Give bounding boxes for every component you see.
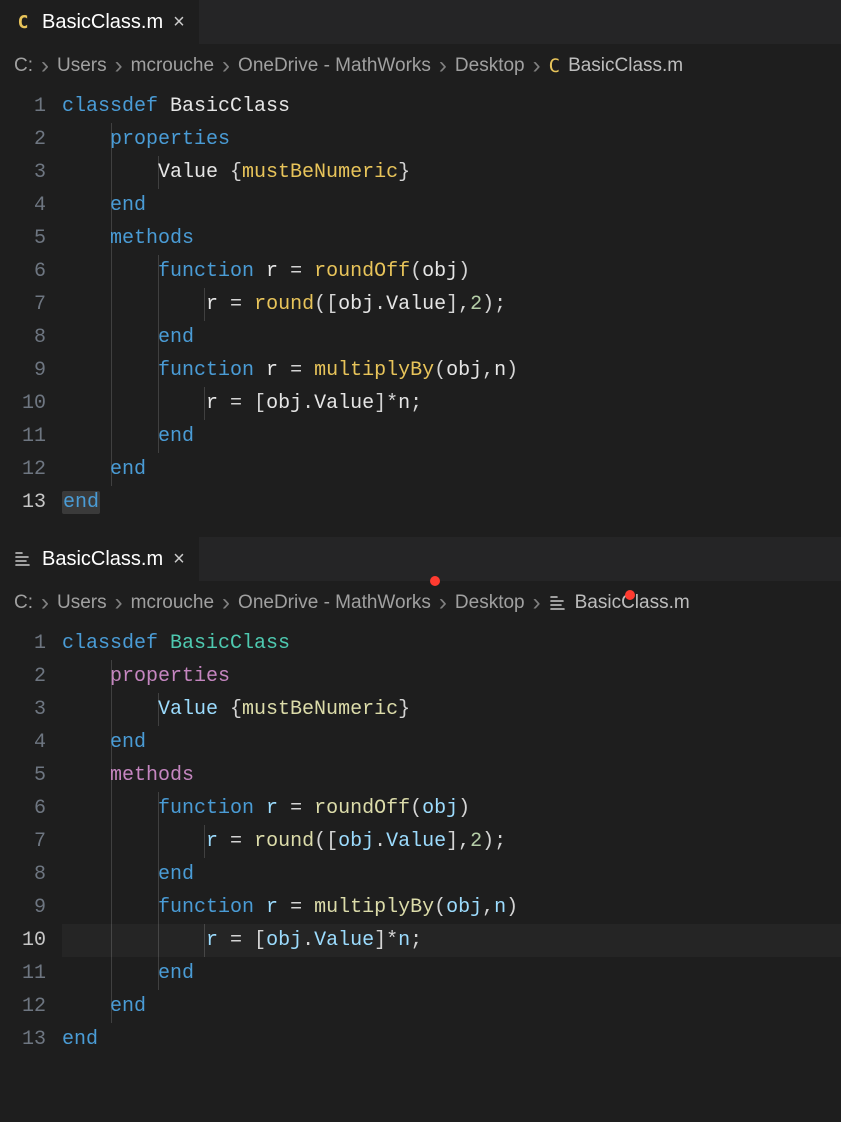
- line-number: 6: [0, 792, 46, 825]
- code-line[interactable]: r = [obj.Value]*n;: [62, 924, 841, 957]
- annotation-dot: [430, 576, 440, 586]
- class-file-icon: C: [14, 13, 32, 31]
- chevron-right-icon: ›: [222, 52, 230, 80]
- breadcrumb-segment[interactable]: C:: [14, 55, 33, 77]
- code-line[interactable]: end: [62, 726, 841, 759]
- editor-pane: BasicClass.m × C: › Users › mcrouche › OneDrive …: [0, 537, 841, 1074]
- chevron-right-icon: ›: [41, 52, 49, 80]
- breadcrumb-segment[interactable]: C:: [14, 592, 33, 614]
- line-number: 4: [0, 726, 46, 759]
- editor-pane: C BasicClass.m × C: › Users › mcrouche › OneDrive…: [0, 0, 841, 537]
- code-line[interactable]: classdef BasicClass: [62, 627, 841, 660]
- line-number: 8: [0, 858, 46, 891]
- code-line[interactable]: r = round([obj.Value],2);: [62, 288, 841, 321]
- tab-label: BasicClass.m: [42, 11, 163, 34]
- text-file-icon: [549, 594, 567, 612]
- chevron-right-icon: ›: [41, 589, 49, 617]
- line-number: 13: [0, 486, 46, 519]
- chevron-right-icon: ›: [533, 589, 541, 617]
- line-number: 8: [0, 321, 46, 354]
- code-body[interactable]: classdef BasicClass properties Value {mu…: [62, 627, 841, 1056]
- line-number: 11: [0, 957, 46, 990]
- code-line[interactable]: end: [62, 321, 841, 354]
- chevron-right-icon: ›: [439, 589, 447, 617]
- breadcrumb-segment[interactable]: Users: [57, 55, 107, 77]
- breadcrumb-segment[interactable]: mcrouche: [131, 55, 214, 77]
- code-line[interactable]: methods: [62, 759, 841, 792]
- code-line[interactable]: r = round([obj.Value],2);: [62, 825, 841, 858]
- line-number: 5: [0, 222, 46, 255]
- code-line[interactable]: end: [62, 420, 841, 453]
- line-number: 4: [0, 189, 46, 222]
- close-icon[interactable]: ×: [173, 11, 185, 34]
- breadcrumb: C: › Users › mcrouche › OneDrive - MathWorks › D…: [0, 44, 841, 90]
- chevron-right-icon: ›: [533, 52, 541, 80]
- line-number: 3: [0, 693, 46, 726]
- editor-tab[interactable]: C BasicClass.m ×: [0, 0, 200, 44]
- breadcrumb-segment[interactable]: mcrouche: [131, 592, 214, 614]
- code-line[interactable]: r = [obj.Value]*n;: [62, 387, 841, 420]
- line-number: 2: [0, 123, 46, 156]
- line-number: 12: [0, 990, 46, 1023]
- breadcrumb-segment[interactable]: Desktop: [455, 55, 525, 77]
- code-line[interactable]: properties: [62, 123, 841, 156]
- code-line[interactable]: methods: [62, 222, 841, 255]
- code-body[interactable]: classdef BasicClass properties Value {mu…: [62, 90, 841, 519]
- breadcrumb-segment[interactable]: Desktop: [455, 592, 525, 614]
- code-line[interactable]: classdef BasicClass: [62, 90, 841, 123]
- line-number: 11: [0, 420, 46, 453]
- tab-bar: BasicClass.m ×: [0, 537, 841, 581]
- tab-label: BasicClass.m: [42, 548, 163, 571]
- breadcrumb: C: › Users › mcrouche › OneDrive - MathWorks › D…: [0, 581, 841, 627]
- line-gutter: 12345678910111213: [0, 627, 62, 1056]
- breadcrumb-segment[interactable]: OneDrive - MathWorks: [238, 55, 431, 77]
- breadcrumb-segment[interactable]: OneDrive - MathWorks: [238, 592, 431, 614]
- breadcrumb-segment[interactable]: Users: [57, 592, 107, 614]
- code-line[interactable]: function r = multiplyBy(obj,n): [62, 891, 841, 924]
- line-number: 1: [0, 90, 46, 123]
- chevron-right-icon: ›: [439, 52, 447, 80]
- text-file-icon: [14, 550, 32, 568]
- code-line[interactable]: function r = roundOff(obj): [62, 792, 841, 825]
- line-number: 7: [0, 825, 46, 858]
- line-gutter: 12345678910111213: [0, 90, 62, 519]
- chevron-right-icon: ›: [115, 589, 123, 617]
- chevron-right-icon: ›: [115, 52, 123, 80]
- code-area[interactable]: 12345678910111213classdef BasicClass pro…: [0, 90, 841, 537]
- line-number: 2: [0, 660, 46, 693]
- line-number: 13: [0, 1023, 46, 1056]
- code-line[interactable]: Value {mustBeNumeric}: [62, 693, 841, 726]
- tab-bar: C BasicClass.m ×: [0, 0, 841, 44]
- line-number: 1: [0, 627, 46, 660]
- chevron-right-icon: ›: [222, 589, 230, 617]
- code-line[interactable]: function r = multiplyBy(obj,n): [62, 354, 841, 387]
- breadcrumb-file[interactable]: BasicClass.m: [568, 55, 683, 77]
- line-number: 6: [0, 255, 46, 288]
- line-number: 7: [0, 288, 46, 321]
- code-line[interactable]: end: [62, 189, 841, 222]
- code-line[interactable]: Value {mustBeNumeric}: [62, 156, 841, 189]
- code-line[interactable]: end: [62, 957, 841, 990]
- line-number: 10: [0, 924, 46, 957]
- class-file-icon: C: [549, 55, 560, 77]
- code-line[interactable]: end: [62, 858, 841, 891]
- code-line[interactable]: end: [62, 990, 841, 1023]
- code-area[interactable]: 12345678910111213classdef BasicClass pro…: [0, 627, 841, 1074]
- annotation-dot: [625, 590, 635, 600]
- code-line[interactable]: end: [62, 1023, 841, 1056]
- line-number: 12: [0, 453, 46, 486]
- close-icon[interactable]: ×: [173, 548, 185, 571]
- code-line[interactable]: end: [62, 453, 841, 486]
- code-line[interactable]: end: [62, 486, 841, 519]
- line-number: 9: [0, 354, 46, 387]
- line-number: 5: [0, 759, 46, 792]
- line-number: 10: [0, 387, 46, 420]
- line-number: 3: [0, 156, 46, 189]
- line-number: 9: [0, 891, 46, 924]
- code-line[interactable]: properties: [62, 660, 841, 693]
- code-line[interactable]: function r = roundOff(obj): [62, 255, 841, 288]
- editor-tab[interactable]: BasicClass.m ×: [0, 537, 200, 581]
